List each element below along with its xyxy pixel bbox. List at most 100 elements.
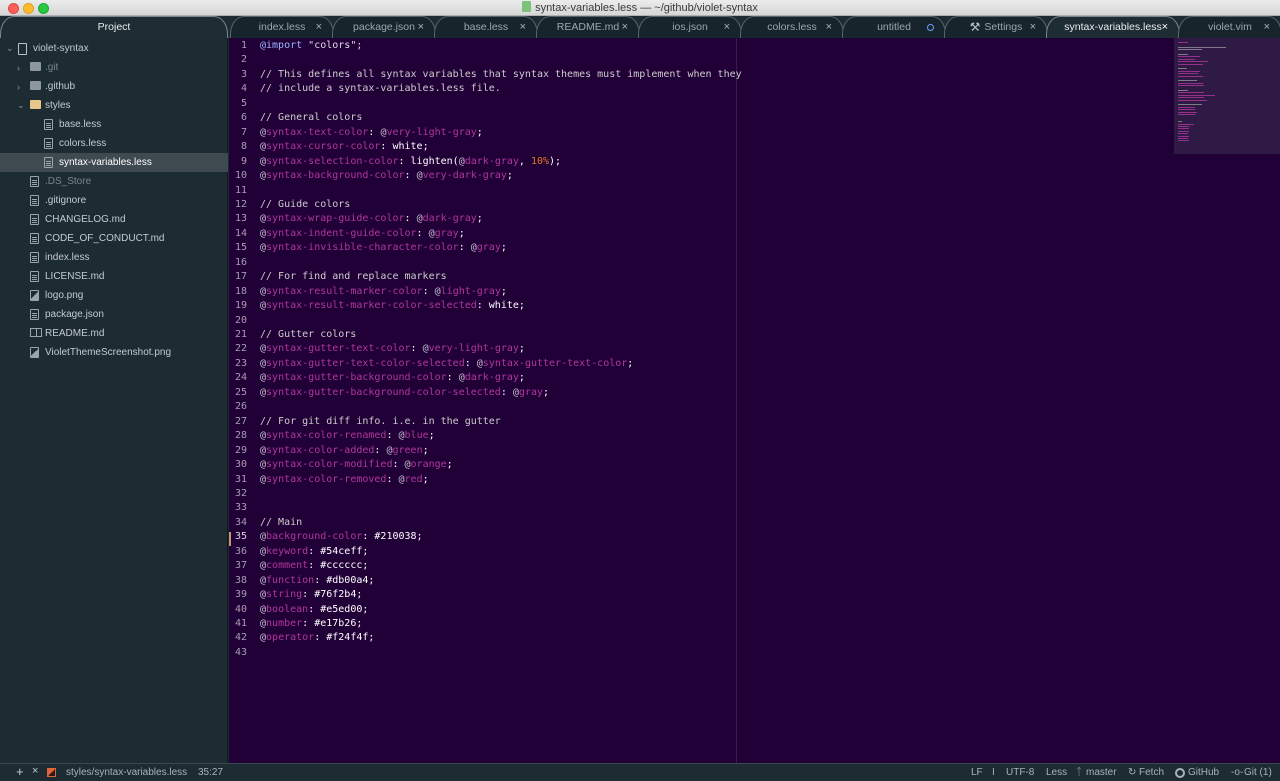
tree-item[interactable]: CODE_OF_CONDUCT.md [0, 229, 228, 248]
tree-item[interactable]: ⌄ styles [0, 96, 228, 115]
code-line[interactable]: // General colors [260, 111, 362, 126]
modified-indicator-icon[interactable] [927, 24, 934, 31]
code-line[interactable]: @syntax-gutter-text-color: @very-light-g… [260, 342, 525, 357]
tab-index-less[interactable]: index.less × [230, 16, 334, 38]
code-line[interactable]: // include a syntax-variables.less file. [260, 82, 501, 97]
tab-ios-json[interactable]: ios.json × [638, 16, 742, 38]
tree-item[interactable]: colors.less [0, 134, 228, 153]
close-icon[interactable]: × [32, 765, 38, 777]
tab-label: colors.less [767, 21, 817, 33]
tab-package-json[interactable]: package.json × [332, 16, 436, 38]
tab-base-less[interactable]: base.less × [434, 16, 538, 38]
code-line[interactable]: @number: #e17b26; [260, 617, 362, 632]
tree-item[interactable]: .gitignore [0, 191, 228, 210]
close-icon[interactable]: × [1162, 21, 1168, 33]
code-token-val: : [446, 372, 459, 384]
code-line[interactable]: @syntax-background-color: @very-dark-gra… [260, 169, 513, 184]
tree-item[interactable]: VioletThemeScreenshot.png [0, 343, 228, 362]
close-icon[interactable]: × [724, 21, 730, 33]
minimap[interactable] [1174, 38, 1280, 154]
code-line[interactable]: @function: #db00a4; [260, 574, 374, 589]
tree-item[interactable]: index.less [0, 248, 228, 267]
chevron-down-icon[interactable]: ⌄ [17, 100, 25, 111]
tab-colors-less[interactable]: colors.less × [740, 16, 844, 38]
close-icon[interactable]: × [316, 21, 322, 33]
line-number: 20 [234, 314, 247, 326]
line-ending[interactable]: LF [971, 767, 983, 778]
tree-item[interactable]: LICENSE.md [0, 267, 228, 286]
code-line[interactable]: @syntax-gutter-text-color-selected: @syn… [260, 357, 633, 372]
tree-item[interactable]: README.md [0, 324, 228, 343]
code-line[interactable]: @boolean: #e5ed00; [260, 603, 368, 618]
close-icon[interactable]: × [1030, 21, 1036, 33]
code-line[interactable]: @import "colors"; [260, 39, 362, 54]
cursor-position[interactable]: 35:27 [198, 767, 223, 778]
branch[interactable]: master [1086, 767, 1117, 778]
code-line[interactable]: @syntax-color-modified: @orange; [260, 458, 453, 473]
close-icon[interactable]: × [622, 21, 628, 33]
add-icon[interactable]: + [16, 764, 24, 779]
tree-item[interactable]: package.json [0, 305, 228, 324]
code-line[interactable]: // This defines all syntax variables tha… [260, 68, 742, 83]
code-line[interactable]: @syntax-cursor-color: white; [260, 140, 429, 155]
chevron-right-icon[interactable]: › [17, 82, 20, 92]
close-icon[interactable]: × [520, 21, 526, 33]
code-line[interactable]: // Gutter colors [260, 328, 356, 343]
fetch-button[interactable]: Fetch [1139, 767, 1164, 778]
line-number: 39 [234, 589, 247, 601]
tree-item-label: index.less [45, 252, 90, 263]
code-line[interactable]: @syntax-result-marker-color-selected: wh… [260, 299, 525, 314]
todo-icon[interactable] [47, 768, 56, 777]
tree-root-label: violet-syntax [33, 43, 89, 54]
code-line[interactable]: // Main [260, 516, 302, 531]
code-line[interactable]: @syntax-color-added: @green; [260, 444, 429, 459]
tree-item[interactable]: logo.png [0, 286, 228, 305]
close-icon[interactable]: × [1264, 21, 1270, 33]
code-line[interactable]: // For git diff info. i.e. in the gutter [260, 415, 501, 430]
code-token-val: ; [506, 170, 513, 182]
code-line[interactable]: @syntax-gutter-background-color-selected… [260, 386, 549, 401]
encoding[interactable]: UTF-8 [1006, 767, 1034, 778]
git-button[interactable]: Git (1) [1244, 767, 1272, 778]
tree-item[interactable]: › .github [0, 77, 228, 96]
code-editor[interactable]: 1 @import "colors"; 2 3// This defines all … [229, 38, 1280, 763]
code-line[interactable]: @syntax-indent-guide-color: @gray; [260, 227, 465, 242]
code-line[interactable]: @string: #76f2b4; [260, 588, 362, 603]
file-path[interactable]: styles/syntax-variables.less [66, 767, 187, 778]
tab-settings[interactable]: ⚒ Settings × [944, 16, 1048, 38]
tree-item[interactable]: syntax-variables.less [0, 153, 228, 172]
tab-untitled[interactable]: untitled [842, 16, 946, 38]
close-icon[interactable]: × [418, 21, 424, 33]
close-icon[interactable]: × [826, 21, 832, 33]
code-line[interactable]: @operator: #f24f4f; [260, 631, 374, 646]
tab-readme-md[interactable]: README.md × [536, 16, 640, 38]
tab-violet-vim[interactable]: violet.vim × [1178, 16, 1280, 38]
github-button[interactable]: GitHub [1188, 767, 1219, 778]
tree-item[interactable]: › .git [0, 58, 228, 77]
line-number: 14 [234, 227, 247, 239]
code-line[interactable]: @syntax-color-removed: @red; [260, 473, 429, 488]
code-line[interactable]: @syntax-invisible-character-color: @gray… [260, 241, 507, 256]
code-line[interactable]: @syntax-result-marker-color: @light-gray… [260, 285, 507, 300]
tab-syntax-variables-less[interactable]: syntax-variables.less × [1046, 16, 1180, 38]
code-line[interactable]: @syntax-text-color: @very-light-gray; [260, 126, 483, 141]
tree-root[interactable]: ⌄ violet-syntax [0, 39, 228, 58]
code-line[interactable]: @syntax-wrap-guide-color: @dark-gray; [260, 212, 483, 227]
chevron-down-icon[interactable]: ⌄ [6, 43, 14, 54]
tree-item-label: logo.png [45, 290, 84, 301]
code-line[interactable]: // Guide colors [260, 198, 350, 213]
code-line[interactable]: @syntax-gutter-background-color: @dark-g… [260, 371, 525, 386]
tree-item[interactable]: base.less [0, 115, 228, 134]
line-number: 19 [234, 300, 247, 312]
tree-item[interactable]: .DS_Store [0, 172, 228, 191]
code-line[interactable]: @background-color: #210038; [260, 530, 423, 545]
code-line[interactable]: @syntax-selection-color: lighten(@dark-g… [260, 155, 561, 170]
code-line[interactable]: @syntax-color-renamed: @blue; [260, 429, 435, 444]
code-line[interactable]: // For find and replace markers [260, 270, 447, 285]
tab-project[interactable]: Project [0, 16, 228, 38]
code-line[interactable]: @comment: #cccccc; [260, 559, 368, 574]
grammar[interactable]: Less [1046, 767, 1067, 778]
chevron-right-icon[interactable]: › [17, 63, 20, 73]
tree-item[interactable]: CHANGELOG.md [0, 210, 228, 229]
code-line[interactable]: @keyword: #54ceff; [260, 545, 368, 560]
